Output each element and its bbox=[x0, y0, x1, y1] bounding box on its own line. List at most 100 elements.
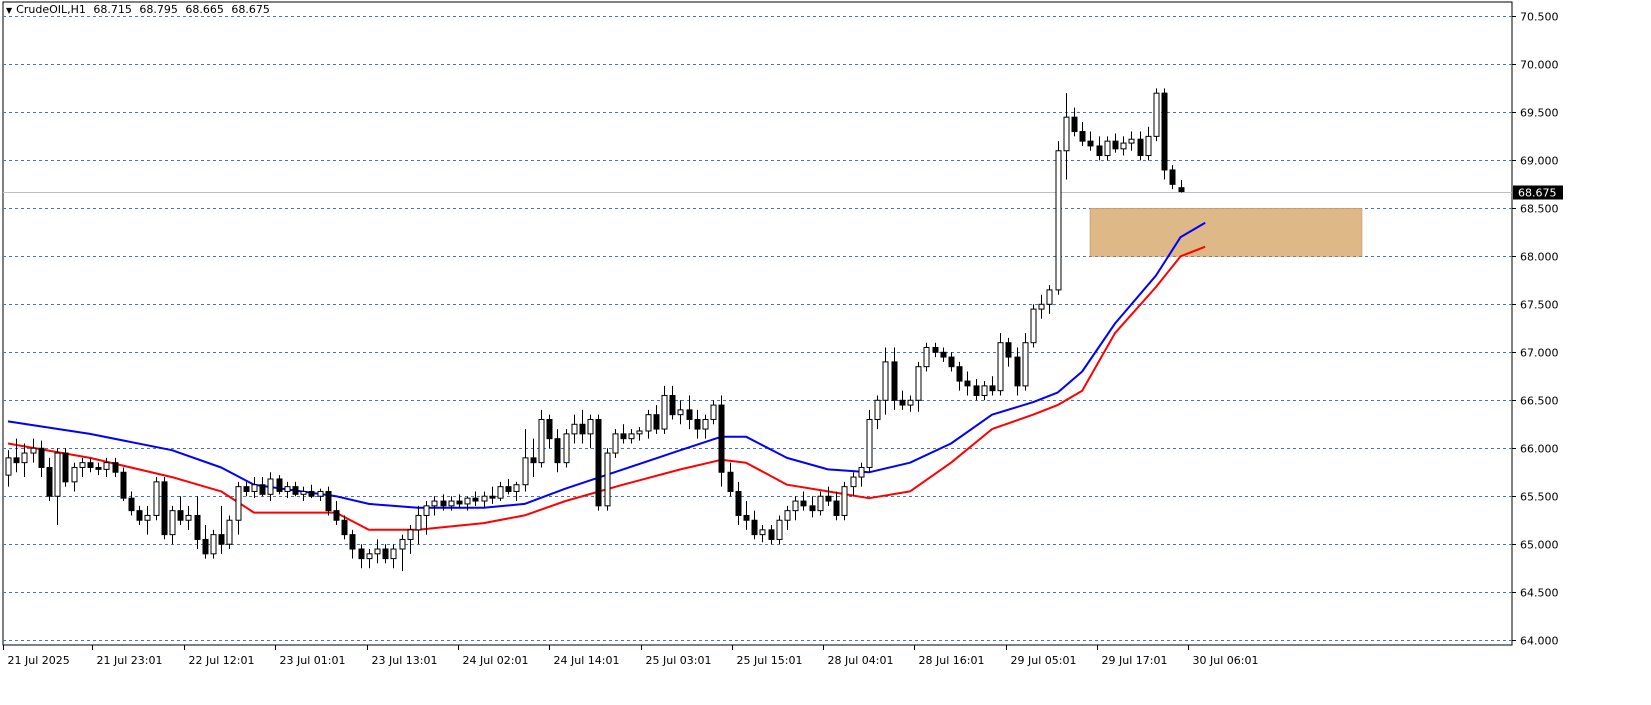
candle-body bbox=[948, 356, 955, 368]
candle-body bbox=[79, 462, 86, 468]
y-tick-label: 69.500 bbox=[1520, 107, 1559, 120]
candle-body bbox=[1030, 308, 1037, 344]
x-tick-label: 25 Jul 03:01 bbox=[646, 654, 712, 667]
candle-body bbox=[1145, 135, 1152, 157]
candle-body bbox=[144, 514, 151, 521]
candle-body bbox=[103, 462, 110, 470]
x-tick-label: 21 Jul 2025 bbox=[8, 654, 70, 667]
candle-body bbox=[497, 486, 504, 499]
candle-body bbox=[128, 497, 135, 512]
candle-body bbox=[407, 529, 414, 540]
candle-body bbox=[981, 385, 988, 396]
candle-body bbox=[694, 418, 701, 430]
candle-body bbox=[636, 430, 643, 435]
candle-body bbox=[841, 486, 848, 516]
candle-body bbox=[399, 538, 406, 550]
candle-body bbox=[669, 394, 676, 416]
y-tick-label: 65.000 bbox=[1520, 539, 1559, 552]
candle-body bbox=[71, 466, 78, 483]
candle-body bbox=[112, 462, 119, 473]
low-value: 68.665 bbox=[185, 3, 224, 16]
candle-body bbox=[235, 486, 242, 521]
candle-body bbox=[284, 486, 291, 492]
candle-body bbox=[800, 500, 807, 507]
candle-body bbox=[456, 500, 463, 505]
candle-body bbox=[382, 548, 389, 560]
candle-body bbox=[677, 409, 684, 416]
symbol-label: CrudeOIL,H1 bbox=[16, 3, 86, 16]
candle-body bbox=[300, 490, 307, 495]
y-tick-label: 66.500 bbox=[1520, 395, 1559, 408]
candle-body bbox=[727, 471, 734, 492]
x-tick-label: 23 Jul 13:01 bbox=[372, 654, 438, 667]
candle-body bbox=[1055, 150, 1062, 291]
candle-body bbox=[366, 553, 373, 560]
candle-body bbox=[768, 529, 775, 540]
candle-body bbox=[62, 452, 69, 483]
x-tick-label: 24 Jul 14:01 bbox=[554, 654, 620, 667]
x-tick-label: 29 Jul 05:01 bbox=[1011, 654, 1077, 667]
x-tick-label: 29 Jul 17:01 bbox=[1102, 654, 1168, 667]
candle-body bbox=[751, 519, 758, 536]
candle-body bbox=[874, 399, 881, 420]
candle-body bbox=[1071, 116, 1078, 133]
close-value: 68.675 bbox=[231, 3, 270, 16]
candle-body bbox=[735, 490, 742, 516]
price-chart[interactable]: 64.000 64.500 65.000 65.500 66.000 66.500 67.0… bbox=[0, 0, 1651, 705]
candle-body bbox=[743, 514, 750, 521]
candle-body bbox=[46, 466, 53, 497]
candle-body bbox=[825, 495, 832, 502]
chart-header: ▼ CrudeOIL,H1 68.715 68.795 68.665 68.675 bbox=[6, 3, 274, 16]
candle-body bbox=[325, 490, 332, 512]
candle-body bbox=[530, 457, 537, 464]
candle-body bbox=[87, 462, 94, 468]
candle-body bbox=[153, 481, 160, 516]
x-tick-label: 28 Jul 16:01 bbox=[919, 654, 985, 667]
candle-body bbox=[440, 500, 447, 507]
candle-body bbox=[177, 510, 184, 521]
candle-body bbox=[1112, 140, 1119, 150]
candle-body bbox=[308, 490, 315, 497]
candle-body bbox=[1079, 131, 1086, 142]
x-tick-label: 30 Jul 06:01 bbox=[1193, 654, 1259, 667]
candle-body bbox=[546, 418, 553, 440]
collapse-triangle-icon[interactable]: ▼ bbox=[6, 6, 12, 15]
candle-body bbox=[5, 457, 12, 476]
candle-body bbox=[292, 486, 299, 495]
candle-body bbox=[194, 514, 201, 540]
candle-body bbox=[349, 534, 356, 550]
candle-body bbox=[21, 452, 28, 464]
candle-body bbox=[505, 486, 512, 492]
candle-body bbox=[259, 484, 266, 495]
candle-body bbox=[1022, 342, 1029, 387]
candle-body bbox=[538, 418, 545, 464]
candle-body bbox=[54, 452, 61, 497]
open-value: 68.715 bbox=[93, 3, 132, 16]
candle-body bbox=[226, 519, 233, 545]
candle-body bbox=[645, 414, 652, 432]
candle-body bbox=[38, 447, 45, 468]
candle-body bbox=[431, 500, 438, 507]
x-tick-label: 24 Jul 02:01 bbox=[463, 654, 529, 667]
y-tick-label: 68.000 bbox=[1520, 251, 1559, 264]
candle-body bbox=[554, 438, 561, 464]
candle-body bbox=[923, 346, 930, 368]
candle-body bbox=[13, 457, 20, 464]
candle-body bbox=[464, 497, 471, 505]
candle-body bbox=[702, 418, 709, 430]
candle-body bbox=[30, 447, 37, 454]
candle-body bbox=[710, 404, 717, 420]
y-tick-label: 69.000 bbox=[1520, 155, 1559, 168]
candle-body bbox=[882, 361, 889, 401]
candle-body bbox=[776, 519, 783, 540]
candle-body bbox=[628, 433, 635, 440]
candle-body bbox=[333, 510, 340, 521]
candle-body bbox=[866, 418, 873, 468]
candle-body bbox=[136, 510, 143, 521]
candle-body bbox=[415, 514, 422, 531]
candle-body bbox=[1063, 116, 1070, 152]
candle-body bbox=[973, 385, 980, 396]
x-tick-label: 22 Jul 12:01 bbox=[189, 654, 255, 667]
candle-body bbox=[1104, 140, 1111, 157]
candle-body bbox=[1178, 187, 1185, 193]
